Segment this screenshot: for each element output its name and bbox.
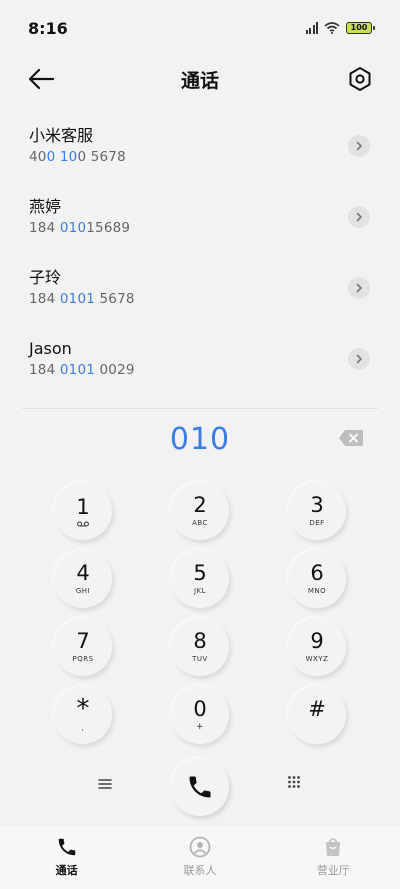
dial-display: 010: [0, 414, 400, 464]
key-9[interactable]: 9 WXYZ: [288, 618, 346, 676]
signal-icon: [305, 22, 318, 34]
contact-number: 184 0101 5678: [29, 290, 135, 307]
contact-number: 400 100 5678: [29, 148, 126, 165]
key-1[interactable]: 1: [54, 482, 112, 540]
shopping-bag-icon: [326, 838, 341, 856]
contact-name: Jason: [29, 338, 72, 358]
page-title: 通话: [180, 69, 219, 92]
tab-label: 联系人: [183, 864, 217, 877]
phone-call-icon: [189, 776, 211, 798]
call-button[interactable]: [171, 758, 229, 816]
chevron-right-icon[interactable]: [348, 205, 370, 228]
contact-number: 184 0101 0029: [29, 361, 135, 378]
tab-label: 通话: [55, 864, 78, 877]
battery-level: 100: [350, 23, 368, 32]
key-3[interactable]: 3 DEF: [288, 482, 346, 540]
key-2[interactable]: 2 ABC: [171, 482, 229, 540]
settings-icon[interactable]: [346, 65, 374, 93]
list-item[interactable]: Jason 184 0101 0029: [0, 323, 400, 394]
header: 通话: [0, 56, 400, 102]
key-4[interactable]: 4 GHI: [54, 550, 112, 608]
key-7[interactable]: 7 PQRS: [54, 618, 112, 676]
contact-name: 子玲: [29, 267, 62, 287]
tab-label: 营业厅: [316, 864, 350, 877]
menu-icon[interactable]: [90, 769, 120, 799]
wifi-icon: [324, 22, 340, 34]
key-star[interactable]: * ,: [54, 686, 112, 744]
contact-name: 燕婷: [29, 196, 62, 216]
dialpad-icon[interactable]: [279, 767, 309, 797]
list-item[interactable]: 小米客服 400 100 5678: [0, 110, 400, 181]
status-bar: 8:16 100: [0, 0, 400, 56]
list-item[interactable]: 燕婷 184 01015689: [0, 181, 400, 252]
list-item[interactable]: 子玲 184 0101 5678: [0, 252, 400, 323]
tab-service-hall[interactable]: 营业厅: [267, 826, 400, 889]
key-6[interactable]: 6 MNO: [288, 550, 346, 608]
tab-contacts[interactable]: 联系人: [133, 826, 266, 889]
chevron-right-icon[interactable]: [348, 134, 370, 157]
back-arrow-icon[interactable]: [26, 65, 56, 93]
tab-calls[interactable]: 通话: [0, 826, 133, 889]
battery-icon: 100: [346, 22, 375, 34]
backspace-icon[interactable]: [338, 429, 364, 447]
contacts-icon: [189, 836, 211, 858]
key-5[interactable]: 5 JKL: [171, 550, 229, 608]
chevron-right-icon[interactable]: [348, 276, 370, 299]
chevron-right-icon[interactable]: [348, 347, 370, 370]
bottom-nav: 通话 联系人 营业厅: [0, 826, 400, 889]
status-time: 8:16: [28, 18, 68, 38]
divider: [22, 408, 378, 409]
key-8[interactable]: 8 TUV: [171, 618, 229, 676]
status-icons: 100: [305, 22, 375, 34]
key-0[interactable]: 0 +: [171, 686, 229, 744]
phone-icon: [58, 838, 75, 856]
contact-name: 小米客服: [29, 125, 94, 145]
contact-number: 184 01015689: [29, 219, 131, 236]
key-hash[interactable]: #: [288, 686, 346, 744]
dial-input[interactable]: 010: [170, 422, 230, 457]
voicemail-icon: [77, 521, 89, 526]
contact-list: 小米客服 400 100 5678 燕婷 184 01015689 子玲 184…: [0, 110, 400, 394]
